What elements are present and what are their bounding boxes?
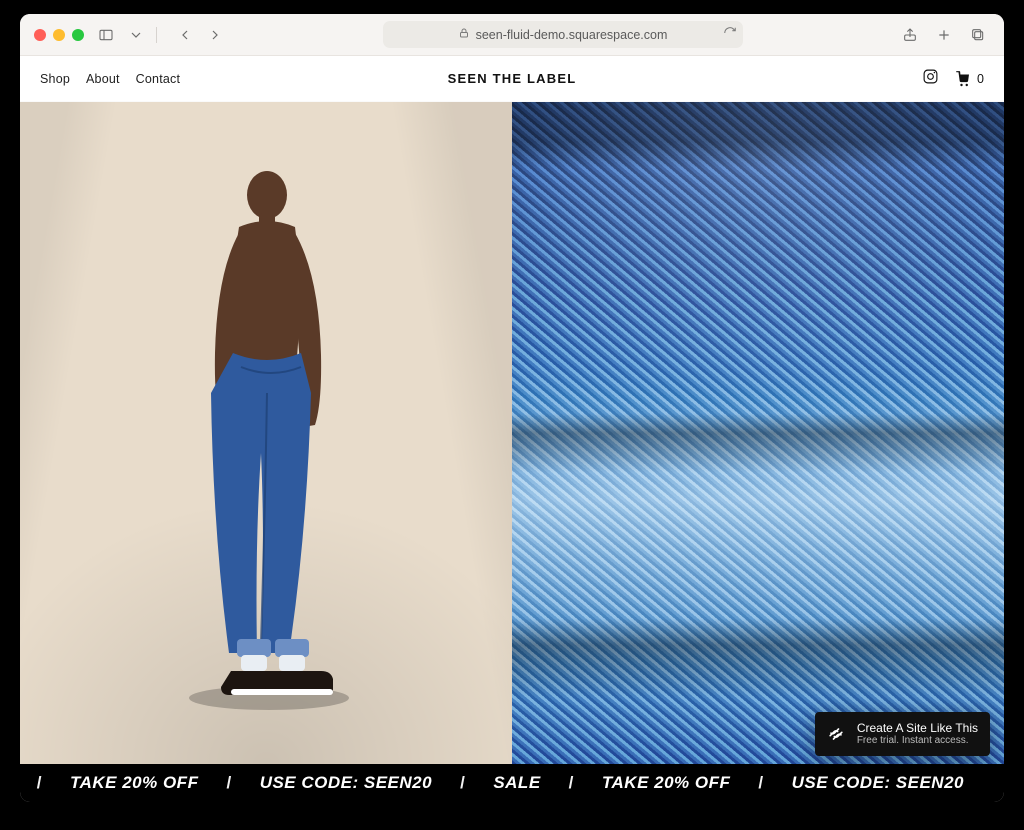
window-close-button[interactable] — [34, 29, 46, 41]
marquee-divider: / — [460, 773, 465, 793]
denim-texture — [512, 102, 1004, 764]
back-button[interactable] — [173, 23, 197, 47]
address-bar[interactable]: seen-fluid-demo.squarespace.com — [383, 21, 743, 48]
nav-shop[interactable]: Shop — [40, 72, 70, 86]
model-figure — [151, 153, 381, 713]
window-minimize-button[interactable] — [53, 29, 65, 41]
new-tab-icon[interactable] — [932, 23, 956, 47]
sidebar-toggle-icon[interactable] — [94, 23, 118, 47]
cta-title: Create A Site Like This — [857, 721, 978, 735]
marquee-divider: / — [758, 773, 763, 793]
window-traffic-lights — [34, 29, 84, 41]
cta-subtitle: Free trial. Instant access. — [857, 735, 978, 747]
refresh-icon[interactable] — [723, 26, 737, 43]
address-bar-url: seen-fluid-demo.squarespace.com — [476, 28, 668, 42]
primary-nav: Shop About Contact — [40, 72, 180, 86]
marquee-item: TAKE 20% OFF — [602, 773, 730, 793]
share-icon[interactable] — [898, 23, 922, 47]
nav-about[interactable]: About — [86, 72, 120, 86]
marquee-divider: / — [37, 773, 42, 793]
squarespace-logo-icon — [825, 723, 847, 745]
marquee-item: SALE — [493, 773, 540, 793]
marquee-divider: / — [569, 773, 574, 793]
marquee-item: USE CODE: SEEN20 — [260, 773, 432, 793]
lock-icon — [458, 27, 470, 42]
marquee-item: USE CODE: SEEN20 — [792, 773, 964, 793]
instagram-icon[interactable] — [922, 68, 939, 90]
forward-button[interactable] — [203, 23, 227, 47]
tabs-overview-icon[interactable] — [966, 23, 990, 47]
squarespace-cta[interactable]: Create A Site Like This Free trial. Inst… — [815, 712, 990, 756]
hero-image-model — [20, 102, 512, 764]
cart-count: 0 — [977, 72, 984, 86]
nav-contact[interactable]: Contact — [136, 72, 180, 86]
promo-marquee: LE / TAKE 20% OFF / USE CODE: SEEN20 / S… — [20, 764, 1004, 802]
window-fullscreen-button[interactable] — [72, 29, 84, 41]
marquee-item: TAKE 20% OFF — [70, 773, 198, 793]
chrome-separator — [156, 27, 157, 43]
browser-chrome: seen-fluid-demo.squarespace.com — [20, 14, 1004, 56]
marquee-divider: / — [226, 773, 231, 793]
site-brand[interactable]: SEEN THE LABEL — [448, 71, 577, 86]
cart-button[interactable]: 0 — [953, 70, 984, 88]
hero — [20, 102, 1004, 764]
chevron-down-icon[interactable] — [128, 23, 144, 47]
site-header: Shop About Contact SEEN THE LABEL 0 — [20, 56, 1004, 102]
hero-image-denim — [512, 102, 1004, 764]
